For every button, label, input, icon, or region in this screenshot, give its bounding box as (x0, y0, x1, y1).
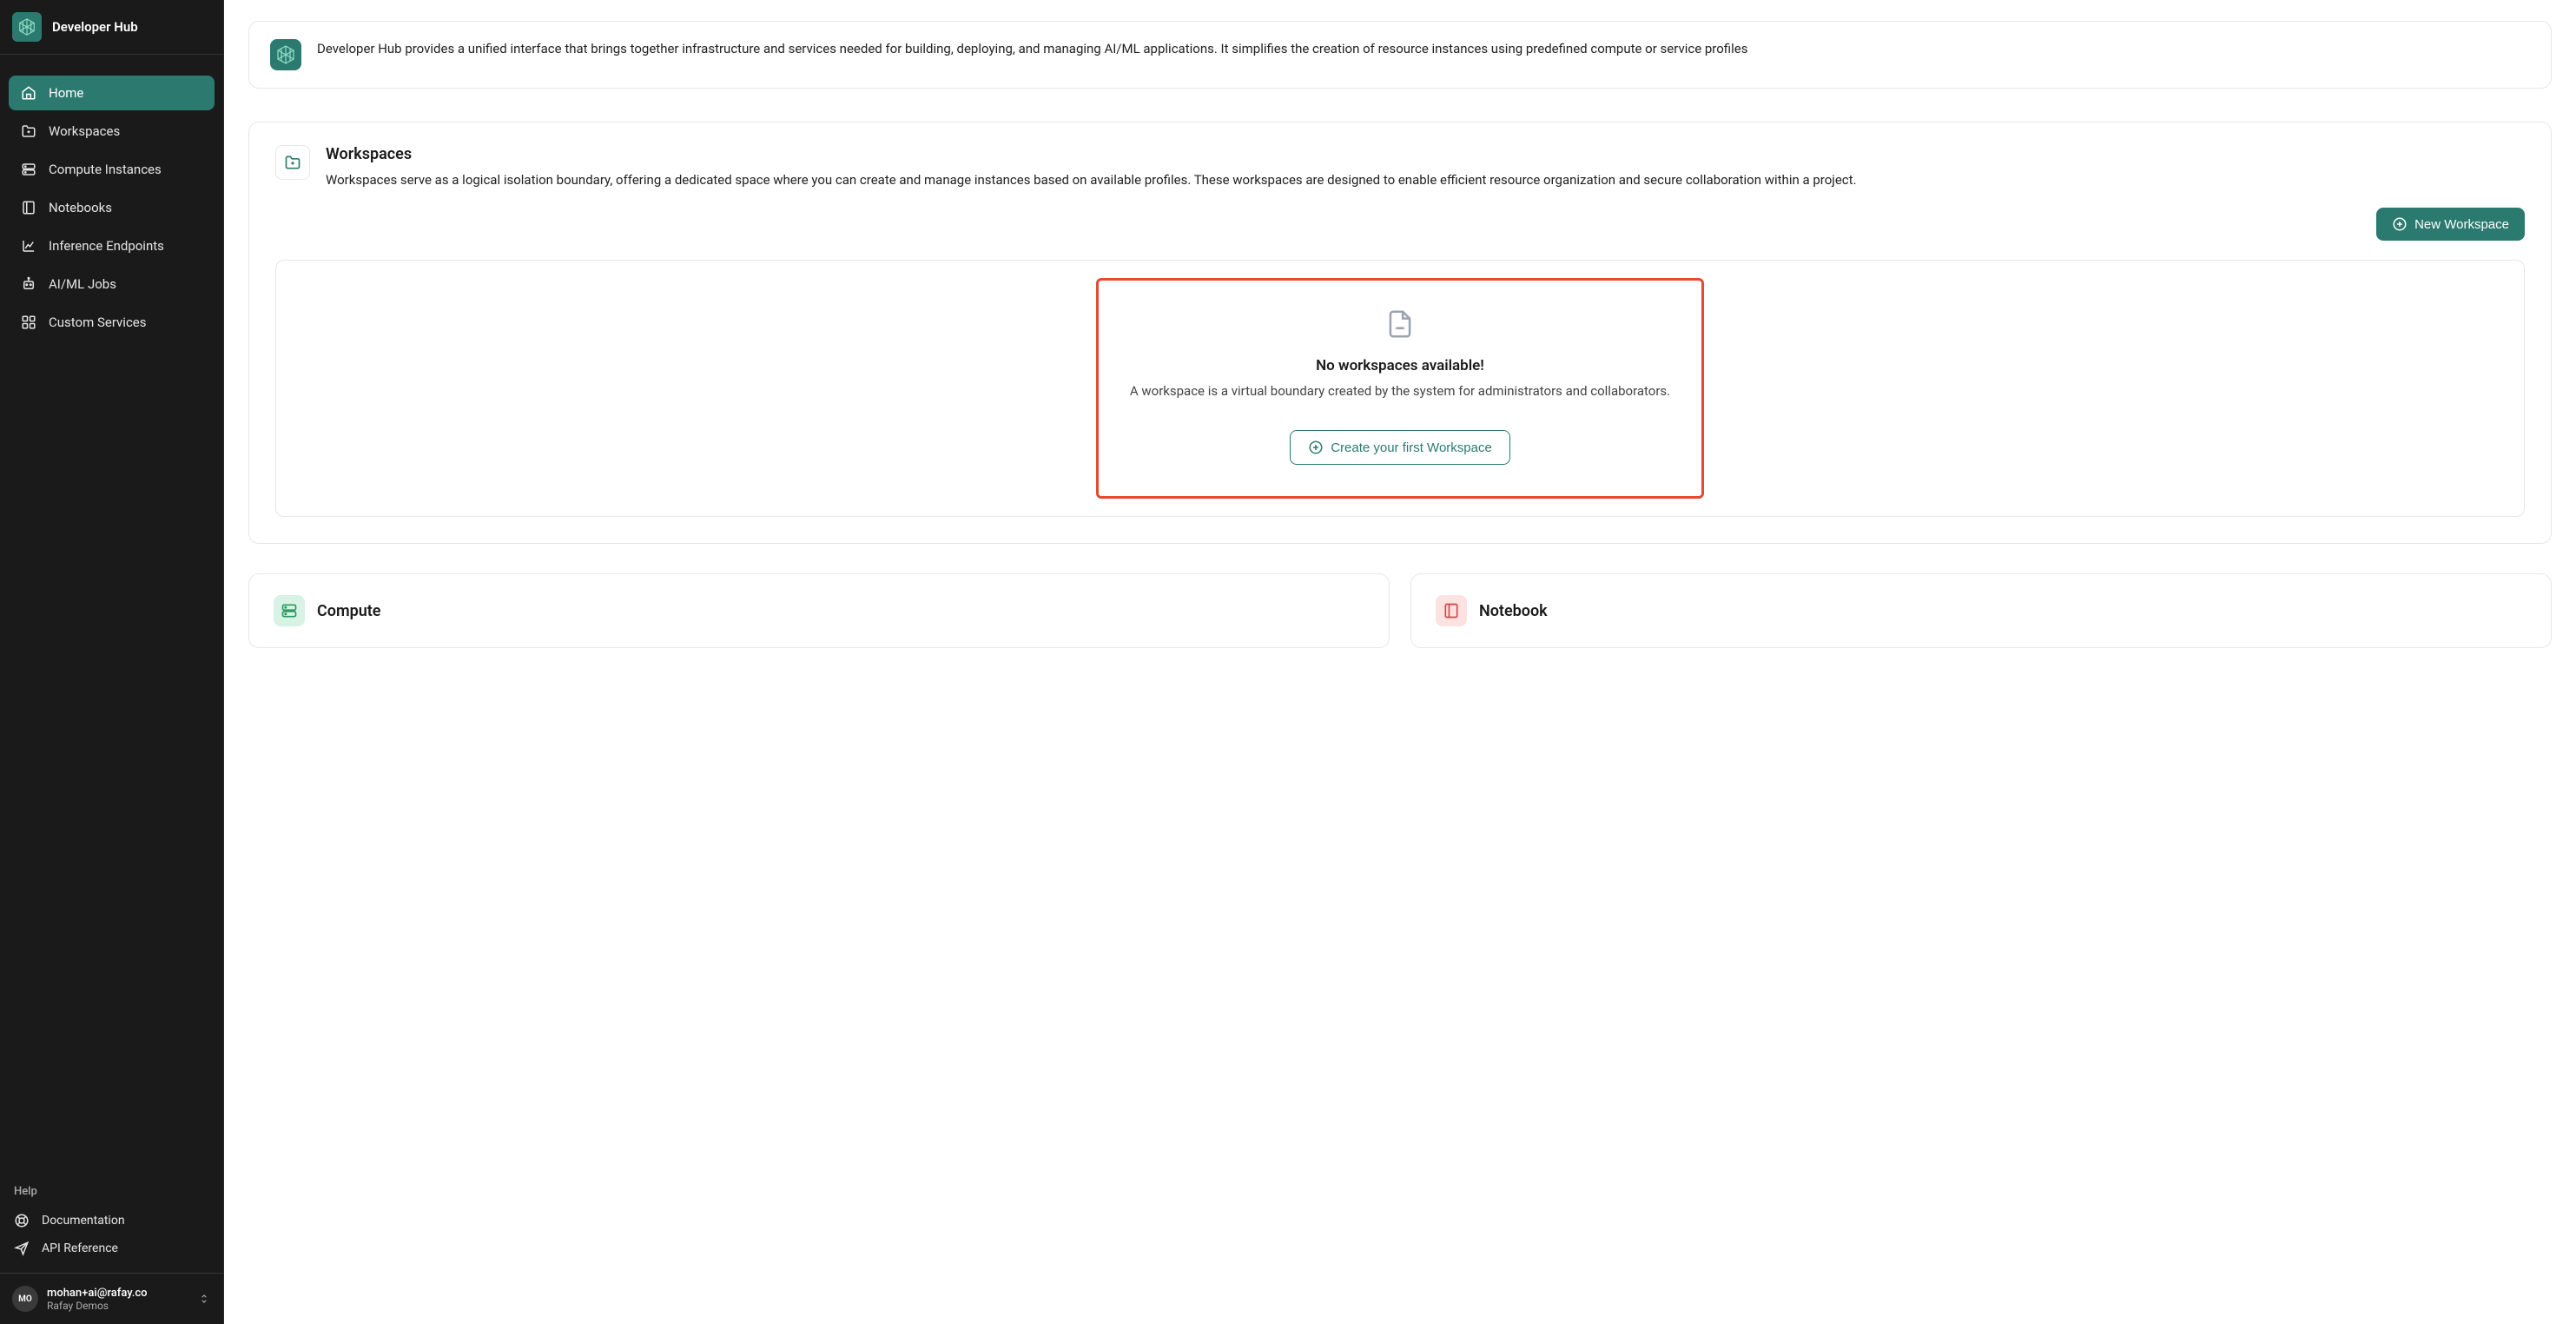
mesh-icon (275, 44, 296, 65)
app-logo (12, 12, 42, 42)
empty-state-highlight: No workspaces available! A workspace is … (1096, 278, 1704, 499)
notebook-card-head: Notebook (1436, 595, 2526, 626)
folder-plus-icon (21, 123, 36, 139)
empty-desc: A workspace is a virtual boundary create… (1130, 383, 1670, 399)
help-documentation[interactable]: Documentation (14, 1207, 209, 1235)
nav-label: Compute Instances (49, 162, 162, 177)
app-logo (270, 39, 301, 70)
user-email: mohan+ai@rafay.co (47, 1287, 188, 1300)
sidebar-header: Developer Hub (0, 0, 223, 55)
compute-title: Compute (317, 602, 381, 620)
sidebar: Developer Hub Home Workspaces Compute In… (0, 0, 224, 1324)
help-label: API Reference (42, 1241, 118, 1255)
server-icon (21, 162, 36, 177)
notebook-card[interactable]: Notebook (1410, 573, 2552, 648)
new-workspace-button[interactable]: New Workspace (2376, 208, 2525, 241)
help-api-reference[interactable]: API Reference (14, 1235, 209, 1262)
chevrons-icon (197, 1291, 211, 1307)
intro-card: Developer Hub provides a unified interfa… (248, 21, 2552, 89)
main-content: Developer Hub provides a unified interfa… (224, 0, 2576, 1324)
help-section: Help Documentation API Reference (0, 1176, 223, 1273)
mesh-icon (17, 17, 36, 36)
nav-label: Notebooks (49, 200, 112, 215)
create-first-workspace-button[interactable]: Create your first Workspace (1290, 430, 1510, 465)
bottom-row: Compute Notebook (248, 573, 2552, 648)
send-icon (14, 1241, 30, 1256)
plus-circle-icon (2392, 216, 2408, 232)
workspace-toolbar: New Workspace (275, 208, 2525, 241)
compute-card-head: Compute (274, 595, 1364, 626)
user-info: mohan+ai@rafay.co Rafay Demos (47, 1287, 188, 1312)
nav-inference[interactable]: Inference Endpoints (9, 228, 215, 263)
nav-notebooks[interactable]: Notebooks (9, 190, 215, 225)
nav-workspaces[interactable]: Workspaces (9, 114, 215, 149)
section-head: Workspaces Workspaces serve as a logical… (275, 145, 2525, 190)
nav-label: AI/ML Jobs (49, 276, 116, 292)
nav-label: Workspaces (49, 123, 120, 139)
compute-card[interactable]: Compute (248, 573, 1390, 648)
workspaces-empty-panel: No workspaces available! A workspace is … (275, 260, 2525, 517)
file-icon (1384, 305, 1417, 343)
nav-label: Home (49, 85, 83, 101)
notebook-icon (1443, 602, 1460, 619)
user-org: Rafay Demos (47, 1300, 188, 1312)
user-footer[interactable]: MO mohan+ai@rafay.co Rafay Demos (0, 1273, 223, 1324)
button-label: Create your first Workspace (1331, 440, 1492, 455)
nav-compute[interactable]: Compute Instances (9, 152, 215, 187)
grid-icon (21, 314, 36, 330)
lifebuoy-icon (14, 1213, 30, 1228)
avatar: MO (12, 1286, 38, 1312)
nav-label: Inference Endpoints (49, 238, 164, 254)
intro-text: Developer Hub provides a unified interfa… (317, 39, 1747, 59)
help-heading: Help (14, 1185, 209, 1198)
primary-nav: Home Workspaces Compute Instances Notebo… (0, 55, 223, 1176)
server-icon (281, 602, 298, 619)
bot-icon (21, 276, 36, 292)
nav-home[interactable]: Home (9, 76, 215, 110)
compute-icon-box (274, 595, 305, 626)
nav-aiml-jobs[interactable]: AI/ML Jobs (9, 267, 215, 301)
section-title: Workspaces (326, 145, 1857, 163)
section-desc: Workspaces serve as a logical isolation … (326, 170, 1857, 190)
folder-plus-icon (284, 154, 301, 171)
button-label: New Workspace (2414, 217, 2509, 232)
empty-title: No workspaces available! (1316, 357, 1484, 374)
help-label: Documentation (42, 1214, 125, 1228)
workspaces-icon-box (275, 145, 310, 180)
nav-custom-services[interactable]: Custom Services (9, 305, 215, 340)
chart-icon (21, 238, 36, 254)
plus-circle-icon (1308, 440, 1324, 455)
app-title: Developer Hub (52, 19, 138, 35)
nav-label: Custom Services (49, 314, 147, 330)
notebook-icon (21, 200, 36, 215)
workspaces-section: Workspaces Workspaces serve as a logical… (248, 122, 2552, 544)
home-icon (21, 85, 36, 101)
notebook-icon-box (1436, 595, 1467, 626)
notebook-title: Notebook (1479, 602, 1548, 620)
section-text: Workspaces Workspaces serve as a logical… (326, 145, 1857, 190)
